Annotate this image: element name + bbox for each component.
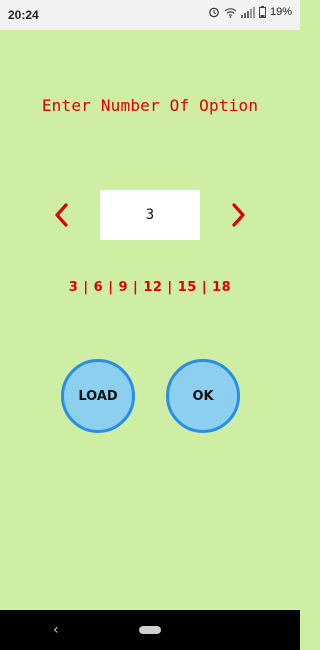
option-count-value: 3 bbox=[145, 207, 155, 223]
page-title: Enter Number Of Option bbox=[41, 96, 259, 115]
wifi-icon bbox=[224, 7, 237, 18]
back-icon[interactable]: ‹ bbox=[53, 622, 59, 638]
battery-percent: 19% bbox=[269, 6, 292, 18]
battery-icon bbox=[258, 6, 266, 18]
chevron-left-icon bbox=[55, 203, 68, 227]
load-button[interactable]: LOAD bbox=[61, 359, 135, 433]
ok-button[interactable]: OK bbox=[166, 359, 240, 433]
signal-icon bbox=[240, 6, 255, 18]
load-button-label: LOAD bbox=[78, 388, 118, 404]
option-count-display[interactable]: 3 bbox=[100, 190, 200, 240]
next-button[interactable] bbox=[226, 200, 252, 230]
status-time: 20:24 bbox=[8, 8, 39, 22]
option-values-list: 3 | 6 | 9 | 12 | 15 | 18 bbox=[68, 280, 232, 295]
alarm-icon bbox=[208, 6, 220, 18]
chevron-right-icon bbox=[232, 203, 245, 227]
home-pill-icon[interactable] bbox=[139, 626, 161, 634]
navigation-bar: ‹ bbox=[0, 610, 300, 650]
previous-button[interactable] bbox=[48, 200, 74, 230]
ok-button-label: OK bbox=[192, 388, 214, 404]
status-icons: 19% bbox=[208, 6, 292, 18]
status-bar: 20:24 19% bbox=[0, 0, 300, 30]
